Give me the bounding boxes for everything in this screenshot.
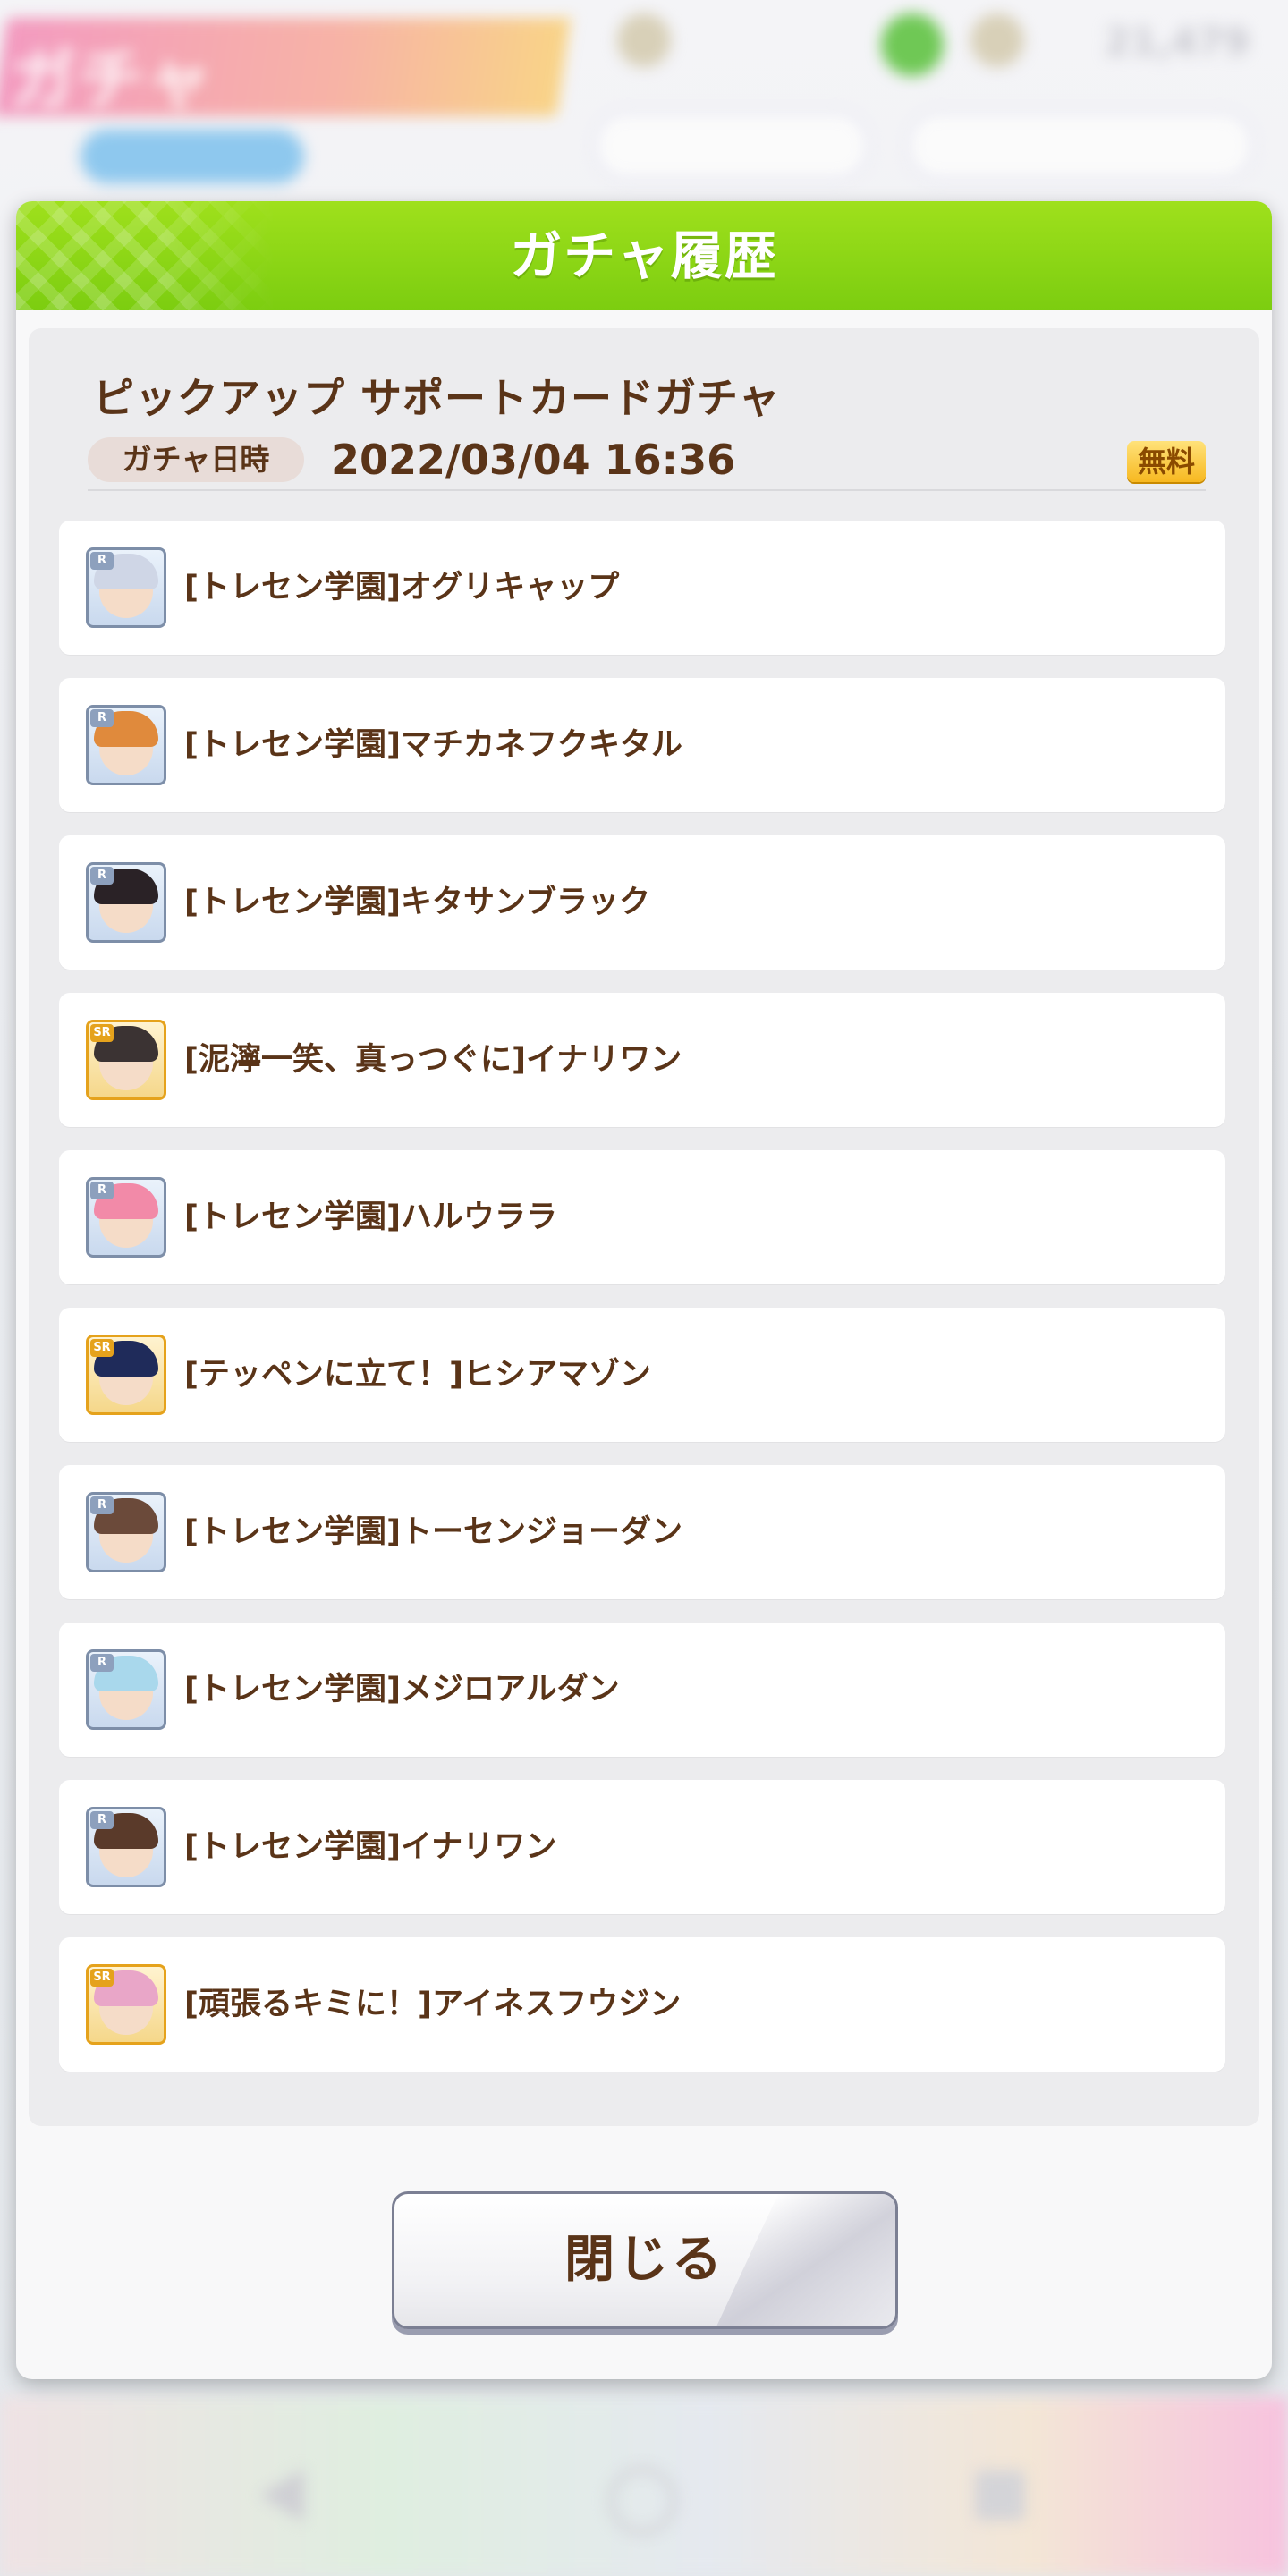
card-thumbnail: SR — [86, 1020, 166, 1100]
list-item[interactable]: SR [頑張るキミに！]アイネスフウジン — [59, 1937, 1225, 2072]
back-icon — [259, 2469, 304, 2522]
date-value: 2022/03/04 16:36 — [331, 436, 736, 484]
gacha-name: ピックアップ サポートカードガチャ — [93, 374, 781, 422]
list-item[interactable]: R [トレセン学園]イナリワン — [59, 1780, 1225, 1914]
gacha-banner-title: ガチャ — [9, 40, 213, 120]
card-name: [泥濘一笑、真っつぐに]イナリワン — [184, 1042, 682, 1078]
list-item[interactable]: R [トレセン学園]ハルウララ — [59, 1150, 1225, 1284]
list-item[interactable]: R [トレセン学園]マチカネフクキタル — [59, 678, 1225, 812]
card-name: [トレセン学園]ハルウララ — [184, 1199, 557, 1235]
card-thumbnail: R — [86, 1492, 166, 1572]
recent-apps-icon — [975, 2470, 1025, 2521]
card-name: [トレセン学園]マチカネフクキタル — [184, 727, 682, 763]
rarity-badge: R — [90, 1182, 114, 1199]
card-name: [トレセン学園]トーセンジョーダン — [184, 1514, 682, 1550]
rarity-badge: SR — [90, 1024, 114, 1042]
date-label: ガチャ日時 — [88, 437, 304, 482]
rarity-badge: SR — [90, 1969, 114, 1987]
card-thumbnail: SR — [86, 1964, 166, 2045]
card-thumbnail: R — [86, 1649, 166, 1730]
card-name: [トレセン学園]オグリキャップ — [184, 570, 620, 606]
card-thumbnail: R — [86, 705, 166, 785]
rarity-badge: R — [90, 552, 114, 570]
list-item[interactable]: R [トレセン学園]キタサンブラック — [59, 835, 1225, 970]
gacha-history-dialog: ガチャ履歴 ピックアップ サポートカードガチャ ガチャ日時 2022/03/04… — [16, 201, 1272, 2379]
card-name: [テッペンに立て！]ヒシアマゾン — [184, 1357, 651, 1393]
history-panel[interactable]: ピックアップ サポートカードガチャ ガチャ日時 2022/03/04 16:36… — [29, 328, 1259, 2126]
card-thumbnail: R — [86, 862, 166, 943]
card-thumbnail: R — [86, 547, 166, 628]
card-thumbnail: R — [86, 1177, 166, 1258]
currency-value: 21,479 — [1105, 20, 1250, 64]
banner-pill — [80, 130, 304, 183]
card-name: [トレセン学園]メジロアルダン — [184, 1672, 620, 1707]
player-icon — [617, 13, 671, 67]
rarity-badge: R — [90, 867, 114, 885]
player-icon-2 — [970, 13, 1024, 67]
rarity-badge: R — [90, 709, 114, 727]
list-item[interactable]: SR [テッペンに立て！]ヒシアマゾン — [59, 1308, 1225, 1442]
card-name: [頑張るキミに！]アイネスフウジン — [184, 1987, 682, 2022]
card-name: [トレセン学園]イナリワン — [184, 1829, 557, 1865]
rarity-badge: R — [90, 1496, 114, 1514]
support-card-list-button — [908, 112, 1253, 180]
card-thumbnail: R — [86, 1807, 166, 1887]
home-icon — [608, 2467, 676, 2535]
rarity-badge: R — [90, 1811, 114, 1829]
date-row: ガチャ日時 2022/03/04 16:36 無料 — [88, 434, 1206, 491]
rarity-badge: R — [90, 1654, 114, 1672]
close-label: 閉じる — [564, 2231, 725, 2289]
free-badge: 無料 — [1127, 441, 1206, 482]
rarity-badge: SR — [90, 1339, 114, 1357]
list-item[interactable]: R [トレセン学園]メジロアルダン — [59, 1623, 1225, 1757]
dialog-header: ガチャ履歴 — [16, 201, 1272, 310]
card-thumbnail: SR — [86, 1335, 166, 1415]
close-button[interactable]: 閉じる — [392, 2191, 898, 2329]
card-name: [トレセン学園]キタサンブラック — [184, 885, 650, 920]
coin-icon — [881, 13, 944, 76]
list-item[interactable]: R [トレセン学園]オグリキャップ — [59, 521, 1225, 655]
list-item[interactable]: R [トレセン学園]トーセンジョーダン — [59, 1465, 1225, 1599]
dialog-title: ガチャ履歴 — [510, 225, 778, 286]
gacha-list-button — [595, 112, 869, 180]
list-item[interactable]: SR [泥濘一笑、真っつぐに]イナリワン — [59, 993, 1225, 1127]
